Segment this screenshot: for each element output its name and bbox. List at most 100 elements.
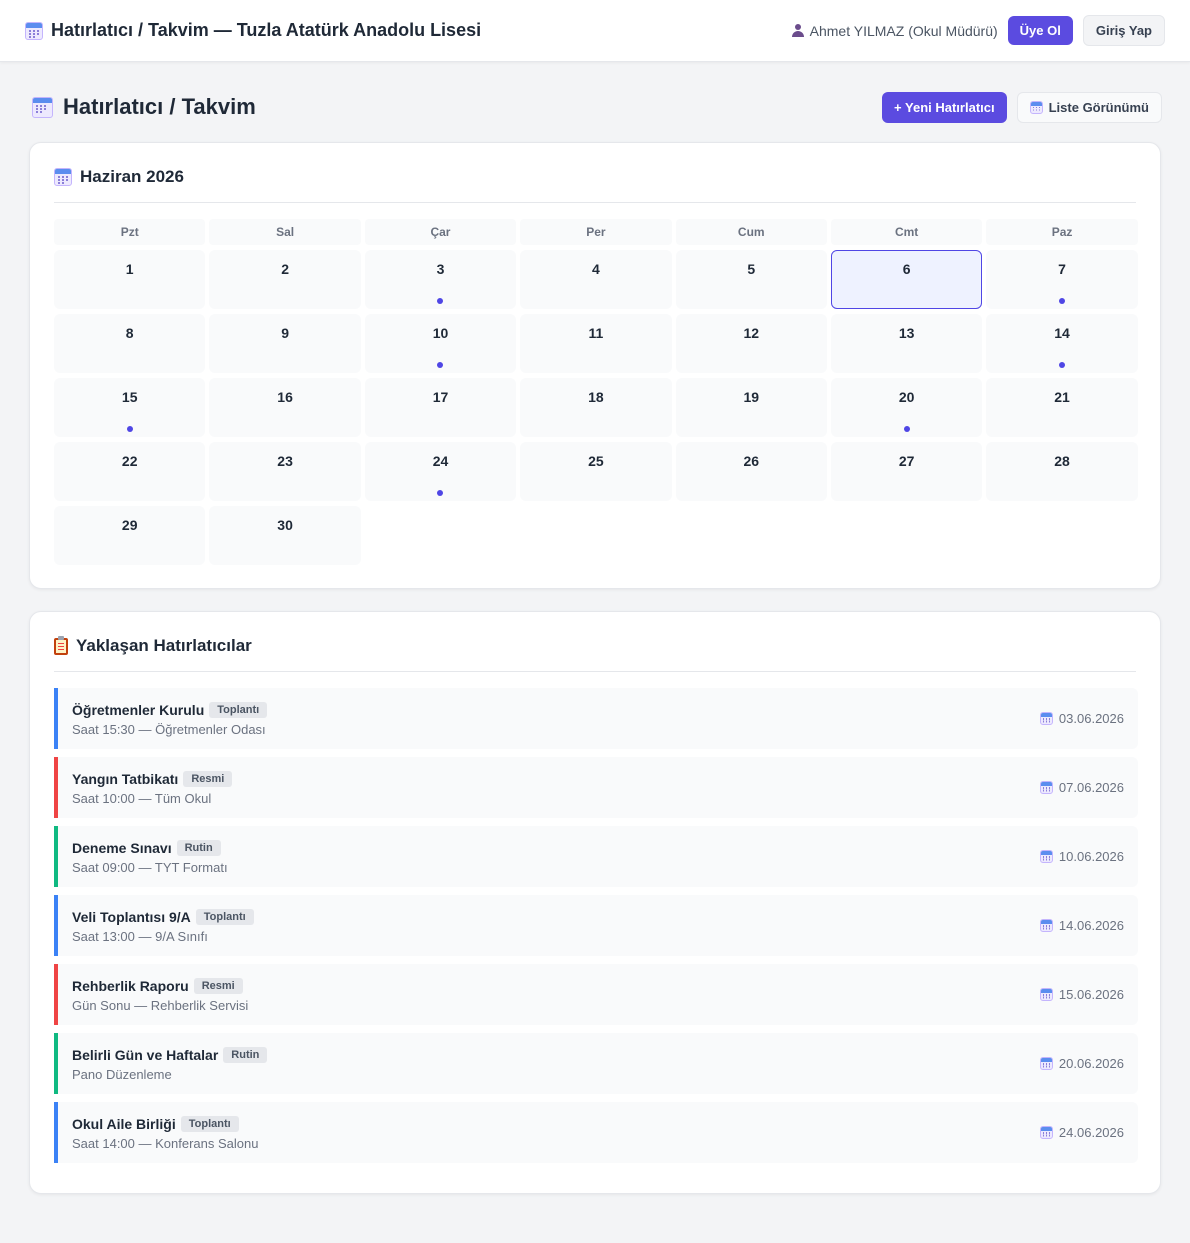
day-number: 1	[125, 261, 134, 277]
reminder-detail: Saat 14:00 — Konferans Salonu	[72, 1136, 259, 1151]
event-dot	[1059, 298, 1066, 304]
day-cell[interactable]: 17	[364, 378, 517, 437]
day-cell[interactable]: 24	[364, 442, 517, 501]
reminder-date: 20.06.2026	[1039, 1056, 1124, 1071]
day-cell[interactable]: 2	[209, 250, 361, 309]
day-cell[interactable]: 9	[209, 314, 361, 373]
reminder-date-text: 24.06.2026	[1058, 1125, 1124, 1140]
reminder-date: 03.06.2026	[1039, 711, 1124, 726]
upcoming-title: Yaklaşan Hatırlatıcılar	[76, 636, 252, 655]
day-cell[interactable]: 23	[209, 442, 361, 501]
calendar-icon	[1039, 1057, 1053, 1070]
day-number: 25	[588, 453, 604, 469]
calendar-icon	[1039, 919, 1053, 932]
reminder-date-text: 07.06.2026	[1058, 780, 1124, 795]
day-cell[interactable]: 4	[520, 250, 672, 309]
reminder-item[interactable]: Okul Aile Birliği Toplantı Saat 14:00 — Ko…	[54, 1102, 1138, 1163]
calendar-icon	[1039, 712, 1053, 725]
day-number: 7	[1058, 261, 1066, 277]
reminder-date: 10.06.2026	[1039, 849, 1124, 864]
day-number: 9	[281, 325, 289, 341]
reminder-tag: Resmi	[193, 978, 243, 994]
day-cell[interactable]: 29	[54, 506, 206, 565]
reminder-item[interactable]: Belirli Gün ve Haftalar Rutin Pano Düzenle…	[54, 1033, 1138, 1094]
reminder-date: 14.06.2026	[1039, 918, 1124, 933]
weekday-header: Çar	[364, 219, 517, 245]
upcoming-header: Yaklaşan Hatırlatıcılar	[54, 635, 252, 656]
day-cell-today[interactable]: 6	[830, 250, 983, 309]
day-cell[interactable]: 8	[54, 314, 206, 373]
day-cell[interactable]: 16	[209, 378, 361, 437]
day-cell[interactable]: 13	[830, 314, 983, 373]
weekday-header: Per	[520, 219, 672, 245]
reminder-title-row: Veli Toplantısı 9/A Toplantı	[72, 909, 254, 925]
reminder-item[interactable]: Deneme Sınavı Rutin Saat 09:00 — TYT Forma…	[54, 826, 1138, 887]
reminder-date: 15.06.2026	[1039, 987, 1124, 1002]
day-cell[interactable]: 27	[830, 442, 983, 501]
page-actions: + Yeni Hatırlatıcı Liste Görünümü	[882, 91, 1162, 123]
day-cell[interactable]: 12	[675, 314, 827, 373]
day-number: 15	[121, 389, 138, 405]
day-number: 28	[1054, 453, 1070, 469]
day-cell[interactable]: 11	[520, 314, 672, 373]
day-cell[interactable]: 5	[675, 250, 827, 309]
reminder-item[interactable]: Öğretmenler Kurulu Toplantı Saat 15:30 — Ö…	[54, 688, 1138, 749]
calendar-icon	[54, 168, 72, 186]
top-navbar: Hatırlatıcı / Takvim — Tuzla Atatürk Ana…	[0, 0, 1190, 62]
reminder-date: 07.06.2026	[1039, 780, 1124, 795]
day-cell[interactable]: 14	[986, 314, 1138, 373]
event-dot	[437, 298, 444, 304]
reminder-detail: Pano Düzenleme	[72, 1067, 172, 1082]
signup-button[interactable]: Üye Ol	[1007, 16, 1073, 45]
calendar-icon	[1039, 781, 1053, 794]
app-title: Hatırlatıcı / Takvim — Tuzla Atatürk Ana…	[51, 20, 482, 40]
day-cell[interactable]: 25	[520, 442, 672, 501]
event-dot	[1059, 362, 1066, 368]
reminder-item[interactable]: Veli Toplantısı 9/A Toplantı Saat 13:00 — …	[54, 895, 1138, 956]
reminder-date-text: 03.06.2026	[1058, 711, 1124, 726]
day-number: 16	[277, 389, 293, 405]
day-cell[interactable]: 20	[830, 378, 983, 437]
weekday-header: Cmt	[830, 219, 983, 245]
login-button[interactable]: Giriş Yap	[1082, 15, 1165, 46]
day-number: 29	[121, 517, 138, 533]
day-cell[interactable]: 19	[675, 378, 827, 437]
day-cell[interactable]: 15	[54, 378, 206, 437]
current-user: Ahmet YILMAZ (Okul Müdürü)	[791, 23, 998, 39]
day-cell[interactable]: 28	[986, 442, 1138, 501]
list-view-button[interactable]: Liste Görünümü	[1016, 91, 1162, 123]
event-dot	[437, 490, 444, 496]
reminder-title: Rehberlik Raporu	[72, 978, 189, 994]
reminder-tag: Toplantı	[195, 909, 254, 925]
reminder-title-row: Belirli Gün ve Haftalar Rutin	[72, 1047, 268, 1063]
day-cell[interactable]: 21	[986, 378, 1138, 437]
day-cell[interactable]: 18	[520, 378, 672, 437]
day-cell[interactable]: 7	[986, 250, 1138, 309]
reminder-title: Öğretmenler Kurulu	[72, 702, 205, 718]
reminder-title: Deneme Sınavı	[72, 840, 172, 856]
user-icon	[791, 24, 804, 37]
page-header: Hatırlatıcı / Takvim + Yeni Hatırlatıcı …	[32, 91, 1162, 123]
day-cell[interactable]: 1	[54, 250, 206, 309]
reminder-detail: Saat 13:00 — 9/A Sınıfı	[72, 929, 208, 944]
reminder-title-row: Rehberlik Raporu Resmi	[72, 978, 243, 994]
reminder-item[interactable]: Rehberlik Raporu Resmi Gün Sonu — Rehberli…	[54, 964, 1138, 1025]
calendar-card: Haziran 2026 Pzt Sal Çar Per Cum Cmt Paz 1 2 3 4 5 6…	[29, 142, 1161, 589]
reminder-title-row: Okul Aile Birliği Toplantı	[72, 1116, 239, 1132]
day-cell[interactable]: 30	[209, 506, 361, 565]
weekday-header: Cum	[675, 219, 827, 245]
calendar-icon	[1039, 850, 1053, 863]
day-number: 11	[588, 325, 604, 341]
day-cell[interactable]: 3	[364, 250, 517, 309]
calendar-icon	[1039, 1126, 1053, 1139]
day-cell[interactable]: 26	[675, 442, 827, 501]
day-cell[interactable]: 10	[364, 314, 517, 373]
new-reminder-button[interactable]: + Yeni Hatırlatıcı	[882, 91, 1007, 123]
day-number: 3	[436, 261, 445, 277]
day-number: 19	[743, 389, 760, 405]
reminder-item[interactable]: Yangın Tatbikatı Resmi Saat 10:00 — Tüm Ok…	[54, 757, 1138, 818]
reminder-list: Öğretmenler Kurulu Toplantı Saat 15:30 — Ö…	[54, 688, 1138, 1171]
app-brand[interactable]: Hatırlatıcı / Takvim — Tuzla Atatürk Ana…	[25, 20, 481, 41]
day-cell[interactable]: 22	[54, 442, 206, 501]
day-number: 17	[432, 389, 449, 405]
